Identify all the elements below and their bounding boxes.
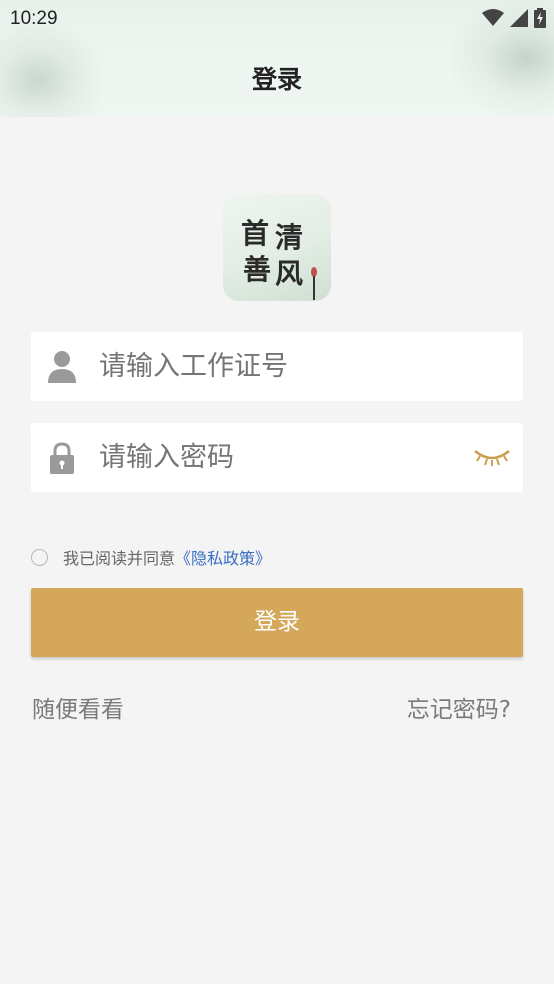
agreement-row: 我已阅读并同意 《隐私政策》: [31, 545, 271, 569]
logo-char-2: 清: [275, 221, 304, 254]
password-field[interactable]: [31, 423, 523, 492]
password-input[interactable]: [99, 423, 459, 492]
header: 10:29 登录: [0, 0, 554, 117]
page-title: 登录: [251, 65, 302, 94]
brush-icon: [311, 267, 317, 300]
battery-charging-icon: [534, 8, 546, 28]
logo-char-3: 善: [243, 253, 272, 286]
username-input[interactable]: [99, 332, 459, 401]
app-logo: 首 清 善 风: [223, 194, 331, 301]
user-icon: [48, 351, 76, 383]
status-time: 10:29: [10, 8, 58, 29]
forgot-password-link[interactable]: 忘记密码?: [407, 690, 511, 724]
status-icons: [482, 8, 546, 28]
logo-char-1: 首: [241, 217, 270, 250]
agreement-checkbox[interactable]: [31, 548, 48, 566]
browse-link[interactable]: 随便看看: [32, 690, 124, 724]
eye-closed-icon[interactable]: [473, 445, 511, 469]
wifi-icon: [482, 9, 504, 26]
privacy-policy-link[interactable]: 《隐私政策》: [175, 545, 271, 569]
login-button[interactable]: 登录: [31, 588, 523, 657]
signal-icon: [510, 9, 528, 27]
agreement-text: 我已阅读并同意: [63, 549, 176, 568]
lock-icon: [50, 442, 74, 474]
status-bar: 10:29: [0, 0, 554, 38]
logo-char-4: 风: [275, 257, 304, 290]
username-field[interactable]: [31, 332, 523, 401]
